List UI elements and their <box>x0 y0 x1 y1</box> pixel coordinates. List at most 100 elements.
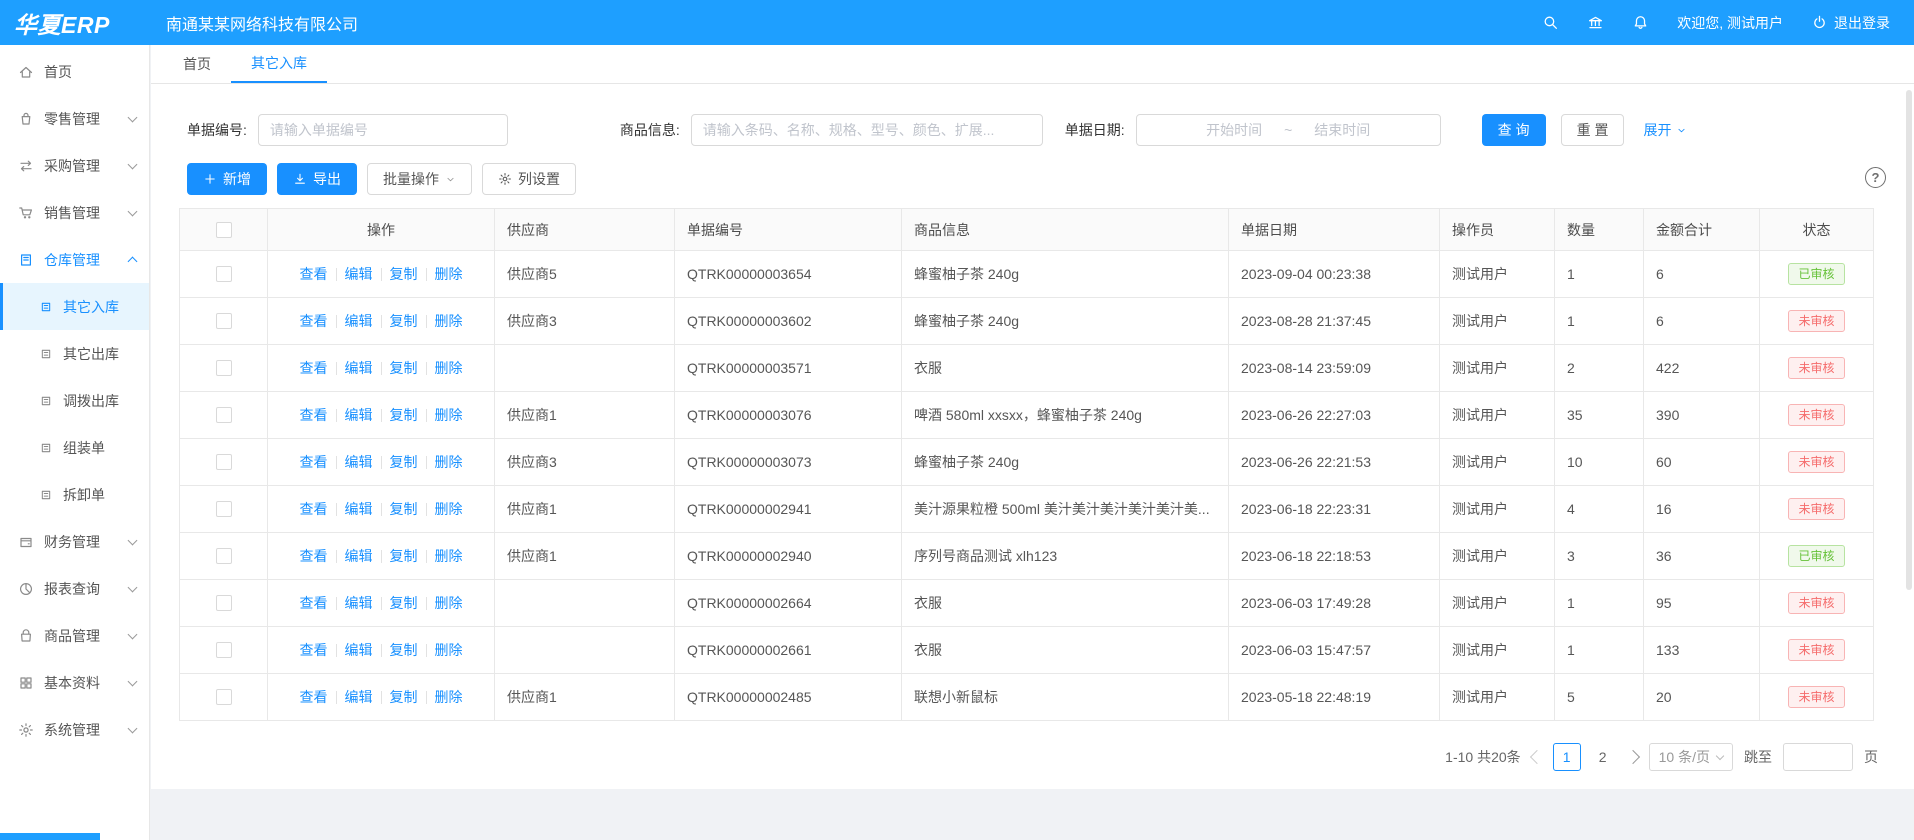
sidebar-item-warehouse[interactable]: 仓库管理 <box>0 236 149 283</box>
bell-icon[interactable] <box>1632 14 1649 31</box>
sidebar-item-report[interactable]: 报表查询 <box>0 565 149 612</box>
row-action-copy[interactable]: 复制 <box>390 548 418 564</box>
row-checkbox[interactable] <box>216 642 232 658</box>
sidebar-item-system[interactable]: 系统管理 <box>0 706 149 753</box>
reset-button[interactable]: 重 置 <box>1561 114 1625 146</box>
sidebar-item-goods[interactable]: 商品管理 <box>0 612 149 659</box>
add-button[interactable]: 新增 <box>187 163 267 195</box>
row-action-delete[interactable]: 删除 <box>435 548 463 564</box>
row-action-delete[interactable]: 删除 <box>435 407 463 423</box>
row-action-delete[interactable]: 删除 <box>435 642 463 658</box>
row-action-edit[interactable]: 编辑 <box>345 595 373 611</box>
pagination: 1-10 共20条 12 10 条/页 跳至 页 <box>151 743 1878 771</box>
row-action-copy[interactable]: 复制 <box>390 642 418 658</box>
page-button-2[interactable]: 2 <box>1589 743 1617 771</box>
cell-date: 2023-06-03 17:49:28 <box>1229 580 1440 627</box>
export-button[interactable]: 导出 <box>277 163 357 195</box>
row-action-delete[interactable]: 删除 <box>435 501 463 517</box>
row-action-copy[interactable]: 复制 <box>390 360 418 376</box>
divider <box>336 315 337 328</box>
logout-button[interactable]: 退出登录 <box>1811 13 1890 33</box>
search-icon[interactable] <box>1542 14 1559 31</box>
row-checkbox[interactable] <box>216 266 232 282</box>
row-action-view[interactable]: 查看 <box>300 595 328 611</box>
row-action-view[interactable]: 查看 <box>300 407 328 423</box>
row-checkbox[interactable] <box>216 313 232 329</box>
row-action-edit[interactable]: 编辑 <box>345 548 373 564</box>
row-action-edit[interactable]: 编辑 <box>345 642 373 658</box>
row-action-copy[interactable]: 复制 <box>390 454 418 470</box>
sidebar-item-retail[interactable]: 零售管理 <box>0 95 149 142</box>
jump-page-input[interactable] <box>1783 743 1853 771</box>
row-action-copy[interactable]: 复制 <box>390 689 418 705</box>
row-action-delete[interactable]: 删除 <box>435 360 463 376</box>
tab-other-inbound[interactable]: 其它入库 <box>231 45 327 83</box>
row-action-view[interactable]: 查看 <box>300 642 328 658</box>
row-action-view[interactable]: 查看 <box>300 360 328 376</box>
batch-actions-button[interactable]: 批量操作 <box>367 163 472 195</box>
row-action-copy[interactable]: 复制 <box>390 595 418 611</box>
row-checkbox[interactable] <box>216 689 232 705</box>
page-button-1[interactable]: 1 <box>1553 743 1581 771</box>
row-action-copy[interactable]: 复制 <box>390 501 418 517</box>
search-button[interactable]: 查 询 <box>1482 114 1546 146</box>
bill-no-input[interactable] <box>258 114 508 146</box>
row-checkbox[interactable] <box>216 360 232 376</box>
sidebar-item-other-inbound[interactable]: 其它入库 <box>0 283 149 330</box>
sidebar-item-transfer-out[interactable]: 调拨出库 <box>0 377 149 424</box>
row-action-edit[interactable]: 编辑 <box>345 360 373 376</box>
row-checkbox[interactable] <box>216 595 232 611</box>
sidebar-item-label: 调拨出库 <box>63 391 119 411</box>
goods-input[interactable] <box>691 114 1043 146</box>
help-button[interactable]: ? <box>1865 167 1886 188</box>
next-page-icon[interactable] <box>1626 750 1640 764</box>
row-action-view[interactable]: 查看 <box>300 313 328 329</box>
row-checkbox[interactable] <box>216 548 232 564</box>
row-action-copy[interactable]: 复制 <box>390 407 418 423</box>
base-icon <box>18 675 34 691</box>
row-checkbox[interactable] <box>216 407 232 423</box>
row-action-delete[interactable]: 删除 <box>435 689 463 705</box>
divider <box>336 691 337 704</box>
expand-link[interactable]: 展开 <box>1643 120 1687 140</box>
chevron-down-icon <box>128 206 138 216</box>
row-action-edit[interactable]: 编辑 <box>345 501 373 517</box>
row-action-copy[interactable]: 复制 <box>390 266 418 282</box>
row-action-view[interactable]: 查看 <box>300 266 328 282</box>
row-action-view[interactable]: 查看 <box>300 689 328 705</box>
row-action-edit[interactable]: 编辑 <box>345 407 373 423</box>
sidebar-item-purchase[interactable]: 采购管理 <box>0 142 149 189</box>
sidebar-item-disassemble[interactable]: 拆卸单 <box>0 471 149 518</box>
scrollbar[interactable] <box>1906 90 1912 590</box>
sidebar-item-home[interactable]: 首页 <box>0 48 149 95</box>
divider <box>426 409 427 422</box>
sidebar-item-finance[interactable]: 财务管理 <box>0 518 149 565</box>
row-action-edit[interactable]: 编辑 <box>345 266 373 282</box>
date-range-input[interactable]: 开始时间 ~ 结束时间 <box>1136 114 1441 146</box>
row-checkbox[interactable] <box>216 501 232 517</box>
tab-home[interactable]: 首页 <box>163 45 231 83</box>
row-action-delete[interactable]: 删除 <box>435 454 463 470</box>
divider <box>381 550 382 563</box>
bank-icon[interactable] <box>1587 14 1604 31</box>
row-action-delete[interactable]: 删除 <box>435 595 463 611</box>
page-size-select[interactable]: 10 条/页 <box>1649 743 1733 771</box>
row-action-view[interactable]: 查看 <box>300 548 328 564</box>
row-checkbox[interactable] <box>216 454 232 470</box>
date-start-placeholder: 开始时间 <box>1206 120 1262 140</box>
row-action-delete[interactable]: 删除 <box>435 313 463 329</box>
sidebar-item-assemble[interactable]: 组装单 <box>0 424 149 471</box>
row-action-edit[interactable]: 编辑 <box>345 313 373 329</box>
column-settings-button[interactable]: 列设置 <box>482 163 576 195</box>
row-action-view[interactable]: 查看 <box>300 501 328 517</box>
sidebar-item-other-outbound[interactable]: 其它出库 <box>0 330 149 377</box>
row-action-copy[interactable]: 复制 <box>390 313 418 329</box>
sidebar-item-base-data[interactable]: 基本资料 <box>0 659 149 706</box>
row-action-edit[interactable]: 编辑 <box>345 689 373 705</box>
prev-page-icon[interactable] <box>1530 750 1544 764</box>
row-action-edit[interactable]: 编辑 <box>345 454 373 470</box>
select-all-checkbox[interactable] <box>216 222 232 238</box>
row-action-view[interactable]: 查看 <box>300 454 328 470</box>
sidebar-item-sale[interactable]: 销售管理 <box>0 189 149 236</box>
row-action-delete[interactable]: 删除 <box>435 266 463 282</box>
